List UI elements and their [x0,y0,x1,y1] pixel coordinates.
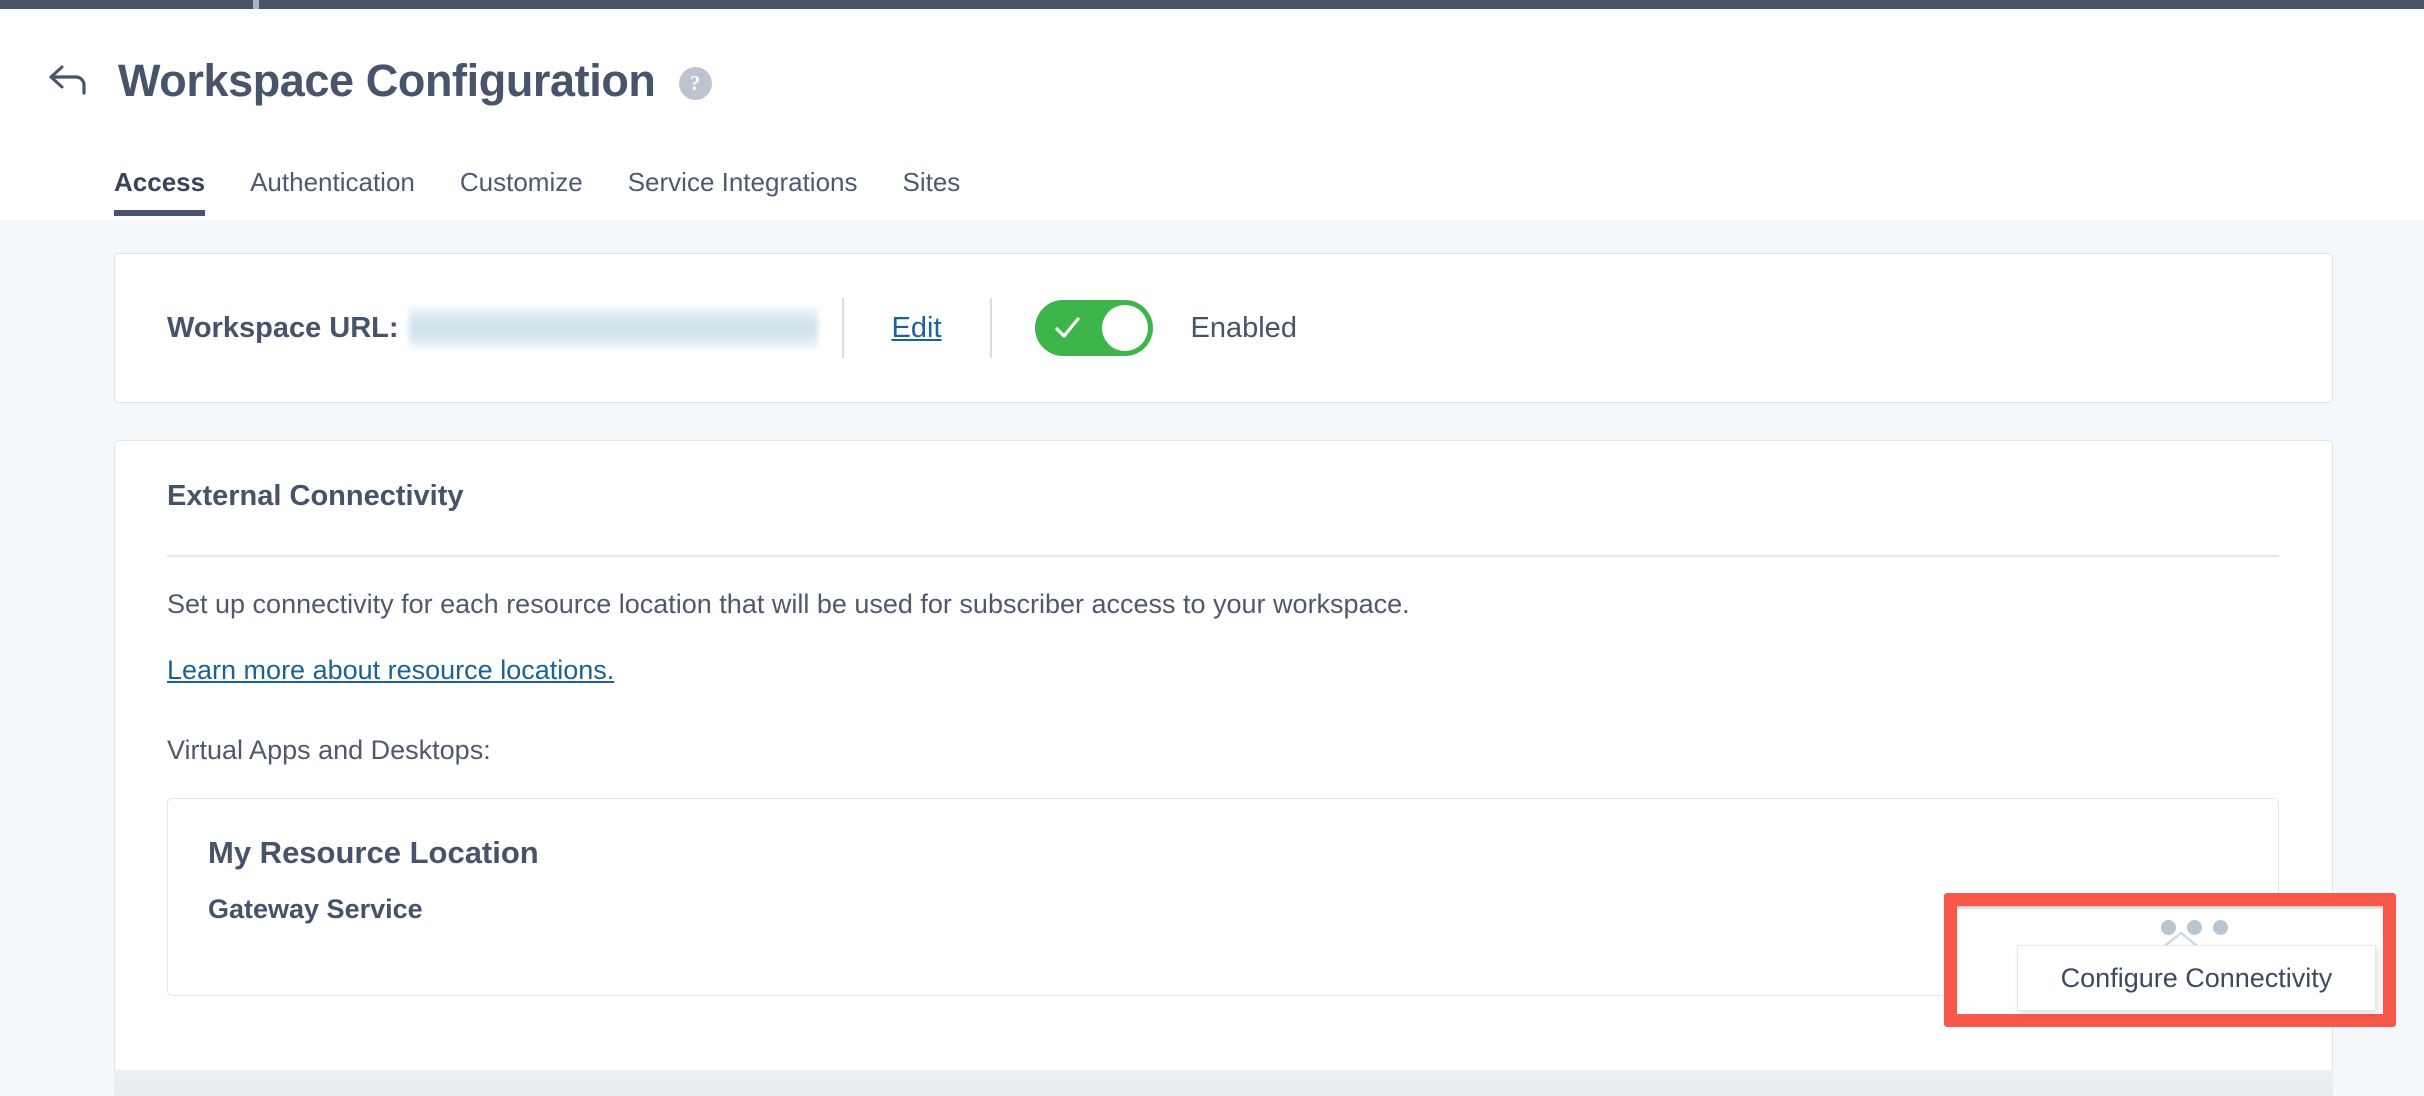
kebab-dot [2187,920,2202,935]
virtual-apps-and-desktops-label: Virtual Apps and Desktops: [167,735,491,765]
kebab-dot [2161,920,2176,935]
tab-sites[interactable]: Sites [903,167,961,216]
section-divider [167,555,2279,557]
workspace-url-enabled-toggle[interactable] [1034,300,1153,356]
page-title: Workspace Configuration [118,54,656,106]
divider [989,298,992,358]
external-connectivity-description: Set up connectivity for each resource lo… [167,589,1410,619]
kebab-menu-icon[interactable] [2161,920,2228,935]
configure-connectivity-menu-item[interactable]: Configure Connectivity [2061,963,2333,994]
edit-workspace-url-link[interactable]: Edit [892,312,942,345]
title-row: Workspace Configuration ? [40,52,712,108]
workspace-url-value-redacted [408,306,818,350]
workspace-url-label: Workspace URL: [167,311,399,344]
resource-location-name: My Resource Location [208,835,539,870]
content-bottom-fade [114,1070,2333,1096]
toggle-knob [1101,305,1148,351]
top-bar-divider [253,0,259,9]
tab-service-integrations[interactable]: Service Integrations [628,167,858,216]
tab-access[interactable]: Access [114,167,206,216]
workspace-url-row: Workspace URL: Edit Enabled [115,254,2332,402]
top-app-bar-strip [0,0,2424,9]
workspace-url-card: Workspace URL: Edit Enabled [114,253,2333,403]
page-header: Workspace Configuration ? Access Authent… [0,9,2424,229]
help-icon[interactable]: ? [678,66,712,100]
back-arrow-icon[interactable] [40,52,96,108]
learn-more-resource-locations-link[interactable]: Learn more about resource locations. [167,655,614,686]
kebab-dot [2213,920,2228,935]
external-connectivity-title: External Connectivity [167,480,464,512]
check-icon [1054,317,1080,338]
resource-location-connector: Gateway Service [208,894,423,924]
divider [841,298,844,358]
tab-authentication[interactable]: Authentication [250,167,415,216]
workspace-url-enabled-label: Enabled [1190,311,1297,344]
tab-customize[interactable]: Customize [460,167,583,216]
configure-connectivity-popover[interactable]: Configure Connectivity [2017,945,2376,1011]
tab-bar: Access Authentication Customize Service … [114,167,960,216]
